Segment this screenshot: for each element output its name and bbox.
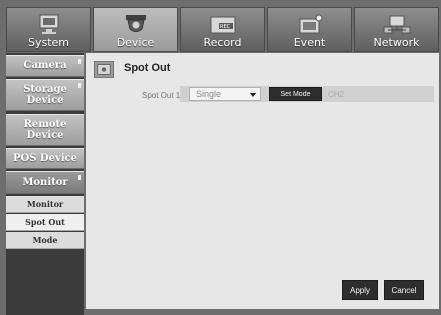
tab-label: System [27,36,70,49]
tab-network[interactable]: Network [354,7,439,52]
network-icon [383,15,410,34]
camera-device-icon [125,15,146,32]
tab-system[interactable]: System [6,7,91,52]
top-tab-bar: System Device REC Record Event Network [6,7,439,52]
set-mode-button[interactable]: Set Mode [269,87,322,101]
sidebar-item-camera[interactable]: Camera [6,55,84,77]
sidebar-subitem-spot-out[interactable]: Spot Out [6,214,84,231]
tab-event[interactable]: Event [267,7,352,52]
sidebar-item-storage-device[interactable]: Storage Device [6,79,84,111]
chevron-down-icon [250,93,256,97]
sidebar-item-label: POS Device [12,152,78,164]
sidebar-item-pos-device[interactable]: POS Device [6,148,84,169]
tab-label: Network [373,36,420,49]
sidebar-subitem-label: Monitor [26,199,64,209]
spot-out-1-label: Spot Out 1 [142,91,181,100]
sidebar-item-label: Storage Device [23,83,67,107]
sidebar-subitem-label: Spot Out [25,217,65,227]
bottom-frame-strip [86,309,441,315]
apply-button[interactable]: Apply [342,280,378,300]
sidebar-item-label: Remote Device [23,118,67,142]
spot-out-icon [94,61,114,78]
svg-text:REC: REC [220,24,231,30]
cancel-button[interactable]: Cancel [384,280,424,300]
expand-marker-icon [78,59,81,64]
tab-label: Event [293,36,326,49]
tab-label: Record [203,36,242,49]
monitor-icon [39,14,58,34]
sidebar-subitem-mode[interactable]: Mode [6,232,84,249]
expand-marker-icon [78,175,81,180]
tab-device[interactable]: Device [93,7,178,52]
channel-text: CH2 [328,90,345,99]
sidebar-item-label: Monitor [22,176,68,188]
tab-label: Device [116,36,155,49]
main-panel: Spot Out Spot Out 1 Single Set Mode CH2 … [86,53,439,315]
spot-out-mode-select[interactable]: Single [189,87,261,101]
expand-marker-icon [78,83,81,88]
event-icon [299,14,322,34]
select-value: Single [196,89,222,99]
sidebar-subitem-monitor[interactable]: Monitor [6,196,84,213]
sidebar-item-label: Camera [23,60,67,72]
tab-record[interactable]: REC Record [180,7,265,52]
sidebar-item-remote-device[interactable]: Remote Device [6,114,84,146]
sidebar-item-monitor[interactable]: Monitor [6,171,84,194]
sidebar: Camera Storage Device Remote Device POS … [6,53,84,315]
sidebar-subitem-label: Mode [32,235,58,245]
page-title: Spot Out [124,62,171,74]
rec-icon: REC [210,16,235,34]
